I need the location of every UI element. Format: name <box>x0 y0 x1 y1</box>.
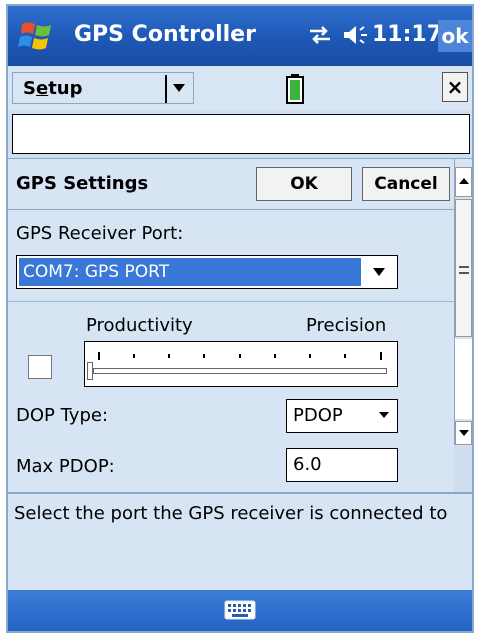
title-bar: GPS Controller 11:17 ok <box>8 6 472 66</box>
help-panel: Select the port the GPS receiver is conn… <box>8 494 472 590</box>
taskbar <box>8 590 472 631</box>
scrollbar[interactable] <box>454 159 472 445</box>
port-value: COM7: GPS PORT <box>19 258 361 286</box>
dop-type-select[interactable]: PDOP <box>286 399 398 433</box>
scroll-track[interactable] <box>455 339 472 419</box>
scroll-up-button[interactable] <box>455 167 472 197</box>
clock: 11:17 <box>372 22 443 47</box>
slider-thumb[interactable] <box>87 362 93 380</box>
cancel-button[interactable]: Cancel <box>362 167 450 201</box>
precision-checkbox[interactable] <box>28 355 52 379</box>
precision-label: Precision <box>306 315 387 336</box>
battery-icon <box>286 74 304 104</box>
scroll-thumb[interactable] <box>455 199 472 337</box>
ok-title-button[interactable]: ok <box>438 20 472 52</box>
slider-track <box>93 368 387 374</box>
chevron-up-icon <box>459 178 469 184</box>
setup-label: Setup <box>23 78 83 99</box>
ok-button[interactable]: OK <box>256 167 352 201</box>
settings-panel: GPS Settings OK Cancel GPS Receiver Port… <box>8 158 472 445</box>
dop-type-label: DOP Type: <box>16 405 109 426</box>
dop-type-value: PDOP <box>293 405 343 426</box>
max-pdop-row: Max PDOP: 6.0 <box>8 444 454 492</box>
port-label: GPS Receiver Port: <box>16 223 184 244</box>
precision-slider[interactable] <box>84 341 398 387</box>
chevron-down-icon <box>373 268 385 276</box>
chevron-down-icon <box>173 84 185 92</box>
port-select[interactable]: COM7: GPS PORT <box>16 255 398 289</box>
connectivity-icon[interactable] <box>308 25 332 45</box>
chevron-down-icon <box>379 412 389 418</box>
windows-logo-icon[interactable] <box>18 18 56 54</box>
chevron-down-icon <box>459 430 469 436</box>
keyboard-icon[interactable] <box>224 600 256 620</box>
settings-header: GPS Settings OK Cancel <box>8 159 454 210</box>
menu-bar: Setup × <box>8 66 472 110</box>
grip-icon <box>459 266 469 274</box>
scroll-down-button[interactable] <box>455 421 472 445</box>
speaker-icon[interactable] <box>342 24 368 46</box>
max-pdop-input[interactable]: 6.0 <box>286 448 398 482</box>
max-pdop-label: Max PDOP: <box>16 456 115 477</box>
app-title: GPS Controller <box>74 22 256 47</box>
help-text: Select the port the GPS receiver is conn… <box>14 503 448 524</box>
divider <box>8 301 454 302</box>
setup-separator <box>165 75 167 103</box>
close-button[interactable]: × <box>442 72 468 102</box>
blank-bar <box>12 114 470 154</box>
settings-title: GPS Settings <box>16 173 149 194</box>
setup-menu[interactable]: Setup <box>12 72 194 104</box>
device-frame: GPS Controller 11:17 ok Setup × GPS Sett… <box>6 4 474 633</box>
slider-ticks <box>98 352 382 360</box>
productivity-label: Productivity <box>86 315 193 336</box>
